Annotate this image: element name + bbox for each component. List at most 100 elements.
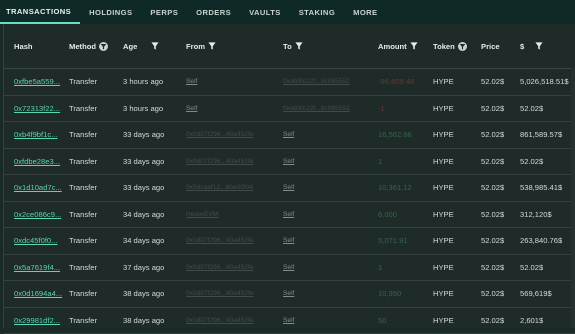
cell-from: 0x0d07f296...40a452fe <box>186 237 283 244</box>
tx-hash-link[interactable]: 0x0d1694a4... <box>14 289 62 298</box>
header-from-label: From <box>186 42 205 51</box>
amount-value: 16,562.86 <box>378 130 412 139</box>
usd-value: 263,840.76$ <box>520 236 562 245</box>
cell-price: 52.02$ <box>481 104 520 113</box>
token-filter-icon[interactable] <box>458 42 467 51</box>
to-address-link[interactable]: Self <box>283 211 294 218</box>
from-address-link[interactable]: HeaerEVM <box>186 211 218 218</box>
cell-hash: 0xfdbe28e3... <box>4 157 69 166</box>
table-row[interactable]: 0xb4f9bf1c...Transfer33 days ago0x0d07f2… <box>4 122 575 149</box>
age-filter-icon[interactable] <box>151 42 159 50</box>
tx-hash-link[interactable]: 0x29981df2... <box>14 316 60 325</box>
to-address-link[interactable]: Self <box>283 158 294 165</box>
tab-holdings[interactable]: HOLDINGS <box>80 0 141 24</box>
table-scrollbar[interactable] <box>571 68 575 328</box>
from-address-link[interactable]: 0x0d07f296...40a452fe <box>186 131 253 138</box>
to-address-link[interactable]: Self <box>283 290 294 297</box>
to-address-link[interactable]: 0xab3fc22f...8c085552 <box>283 105 350 112</box>
cell-from: Self <box>186 78 283 85</box>
to-address-link[interactable]: Self <box>283 131 294 138</box>
header-method: Method <box>69 42 123 51</box>
cell-usd: 52.02$ <box>520 104 575 113</box>
tx-hash-link[interactable]: 0x5a7619f4... <box>14 263 60 272</box>
tx-hash-link[interactable]: 0x2ce086c9... <box>14 210 61 219</box>
from-address-link[interactable]: 0x0d07f296...40a452fe <box>186 290 253 297</box>
tab-staking[interactable]: STAKING <box>290 0 344 24</box>
tab-orders[interactable]: ORDERS <box>187 0 240 24</box>
age-text: 37 days ago <box>123 263 164 272</box>
usd-value: 861,589.57$ <box>520 130 562 139</box>
method-text: Transfer <box>69 289 97 298</box>
age-text: 3 hours ago <box>123 77 163 86</box>
from-address-link[interactable]: Self <box>186 105 197 112</box>
method-filter-icon[interactable] <box>99 42 108 51</box>
cell-token: HYPE <box>433 77 481 86</box>
cell-amount: 50 <box>378 316 433 325</box>
cell-method: Transfer <box>69 316 123 325</box>
cell-usd: 2,601$ <box>520 316 575 325</box>
token-symbol: HYPE <box>433 316 454 325</box>
from-address-link[interactable]: 0x0d07f296...40a452fe <box>186 317 253 324</box>
tab-vaults[interactable]: VAULTS <box>240 0 290 24</box>
token-symbol: HYPE <box>433 210 454 219</box>
to-address-link[interactable]: Self <box>283 184 294 191</box>
table-row[interactable]: 0x29981df2...Transfer38 days ago0x0d07f2… <box>4 308 575 334</box>
table-row[interactable]: 0x0d1694a4...Transfer38 days ago0x0d07f2… <box>4 281 575 308</box>
cell-hash: 0x72313f22... <box>4 104 69 113</box>
cell-amount: 10,950 <box>378 289 433 298</box>
usd-filter-icon[interactable] <box>535 42 543 50</box>
tx-hash-link[interactable]: 0xb4f9bf1c... <box>14 130 57 139</box>
table-row[interactable]: 0x2ce086c9...Transfer34 days agoHeaerEVM… <box>4 202 575 229</box>
method-text: Transfer <box>69 316 97 325</box>
tx-hash-link[interactable]: 0xdc45f0f0... <box>14 236 57 245</box>
tab-transactions[interactable]: TRANSACTIONS <box>0 0 80 24</box>
from-address-link[interactable]: 0x0d07f296...40a452fe <box>186 158 253 165</box>
header-price: Price <box>481 42 520 51</box>
cell-token: HYPE <box>433 316 481 325</box>
cell-amount: -1 <box>378 104 433 113</box>
from-address-link[interactable]: 0x5dcaaf12...6ba00f04 <box>186 184 253 191</box>
cell-token: HYPE <box>433 183 481 192</box>
cell-to: Self <box>283 264 378 271</box>
method-text: Transfer <box>69 77 97 86</box>
tx-hash-link[interactable]: 0xfdbe28e3... <box>14 157 60 166</box>
tx-hash-link[interactable]: 0xfbe5a559... <box>14 77 60 86</box>
table-row[interactable]: 0x1d10ad7c...Transfer33 days ago0x5dcaaf… <box>4 175 575 202</box>
from-filter-icon[interactable] <box>208 42 216 50</box>
table-row[interactable]: 0xfdbe28e3...Transfer33 days ago0x0d07f2… <box>4 149 575 176</box>
tab-more[interactable]: MORE <box>344 0 386 24</box>
header-token-label: Token <box>433 42 455 51</box>
amount-value: 10,361.12 <box>378 183 412 192</box>
table-row[interactable]: 0x72313f22...Transfer3 hours agoSelf0xab… <box>4 96 575 123</box>
amount-value: -96,609.48 <box>378 77 414 86</box>
table-row[interactable]: 0xdc45f0f0...Transfer34 days ago0x0d07f2… <box>4 228 575 255</box>
table-row[interactable]: 0xfbe5a559... Transfer 3 hours ago Self 0xab… <box>4 69 575 96</box>
from-address-link[interactable]: 0x0d07f296...40a452fe <box>186 264 253 271</box>
cell-amount: -96,609.48 <box>378 77 433 86</box>
table-row[interactable]: 0x5a7619f4...Transfer37 days ago0x0d07f2… <box>4 255 575 282</box>
transactions-panel: Hash Method Age From To Amount Token Pri… <box>3 24 575 328</box>
from-address-link[interactable]: Self <box>186 78 197 85</box>
cell-age: 37 days ago <box>123 263 186 272</box>
from-address-link[interactable]: 0x0d07f296...40a452fe <box>186 237 253 244</box>
amount-filter-icon[interactable] <box>410 42 418 50</box>
cell-price: 52.02$ <box>481 183 520 192</box>
cell-method: Transfer <box>69 236 123 245</box>
cell-to: Self <box>283 290 378 297</box>
to-address-link[interactable]: Self <box>283 317 294 324</box>
tx-hash-link[interactable]: 0x1d10ad7c... <box>14 183 62 192</box>
to-filter-icon[interactable] <box>295 42 303 50</box>
cell-method: Transfer <box>69 210 123 219</box>
price-value: 52.02$ <box>481 183 504 192</box>
to-address-link[interactable]: 0xab3fc22f...8c085552 <box>283 78 350 85</box>
amount-value: 50 <box>378 316 386 325</box>
to-address-link[interactable]: Self <box>283 237 294 244</box>
tab-perps[interactable]: PERPS <box>141 0 187 24</box>
token-symbol: HYPE <box>433 236 454 245</box>
table-header: Hash Method Age From To Amount Token Pri… <box>4 24 575 69</box>
to-address-link[interactable]: Self <box>283 264 294 271</box>
tx-hash-link[interactable]: 0x72313f22... <box>14 104 60 113</box>
cell-hash: 0x5a7619f4... <box>4 263 69 272</box>
header-from: From <box>186 42 283 51</box>
header-to: To <box>283 42 378 51</box>
